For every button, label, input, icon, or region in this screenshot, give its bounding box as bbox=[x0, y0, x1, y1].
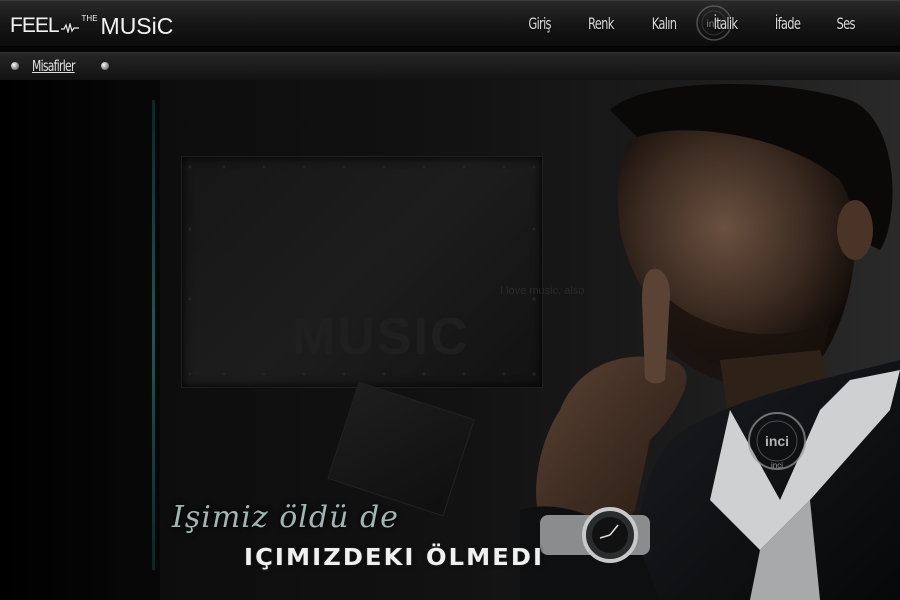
rivet bbox=[222, 372, 226, 376]
rivet bbox=[188, 297, 192, 301]
teal-divider-line bbox=[152, 100, 155, 570]
inci-watermark-badge-icon: inci inci bbox=[748, 412, 806, 470]
logo-feel: FEEL bbox=[10, 14, 60, 37]
rivet bbox=[262, 165, 266, 169]
rivet bbox=[422, 165, 426, 169]
quote-line-2: IÇIMIZDEKI ÖLMEDI bbox=[244, 545, 545, 571]
rivet bbox=[502, 165, 506, 169]
logo-the: THE bbox=[81, 14, 98, 23]
watermark-mid-text: inci bbox=[765, 433, 789, 449]
rivet bbox=[302, 372, 306, 376]
rivet bbox=[462, 165, 466, 169]
top-navigation-bar: FEEL THE MUSiC inci Giriş Renk Kalın İta… bbox=[0, 0, 900, 47]
man-portrait-image bbox=[520, 83, 900, 600]
rivet bbox=[462, 372, 466, 376]
watermark-mid-subtext: inci bbox=[771, 461, 783, 470]
menu-item-kalin[interactable]: Kalın bbox=[651, 14, 676, 33]
bullet-icon bbox=[11, 62, 19, 70]
rivet bbox=[342, 165, 346, 169]
secondary-bar: Misafirler bbox=[0, 52, 900, 81]
rivet bbox=[382, 372, 386, 376]
rivet bbox=[422, 372, 426, 376]
menu-item-italik[interactable]: İtalik bbox=[713, 14, 737, 33]
logo-music: MUSiC bbox=[100, 13, 174, 39]
rivet bbox=[188, 372, 192, 376]
rivet bbox=[302, 165, 306, 169]
logo-wave-icon bbox=[60, 23, 79, 33]
metal-plate-graphic: MUSIC I love music, also bbox=[181, 156, 584, 388]
site-logo[interactable]: FEEL THE MUSiC bbox=[10, 7, 174, 39]
banner-area: MUSIC I love music, also inci inci Işimi… bbox=[0, 80, 900, 600]
menu-item-renk[interactable]: Renk bbox=[588, 14, 614, 33]
bullet-icon bbox=[101, 62, 109, 70]
rivet bbox=[342, 372, 346, 376]
plate-music-text: MUSIC bbox=[292, 308, 470, 366]
rivet bbox=[222, 165, 226, 169]
rivet bbox=[188, 165, 192, 169]
rivet bbox=[262, 372, 266, 376]
rivet bbox=[188, 227, 192, 231]
menu-item-giris[interactable]: Giriş bbox=[528, 14, 551, 33]
left-column bbox=[0, 80, 118, 600]
rivet bbox=[382, 165, 386, 169]
menu-item-ses[interactable]: Ses bbox=[836, 14, 855, 33]
main-menu: Giriş Renk Kalın İtalik İfade Ses bbox=[524, 14, 858, 33]
menu-item-ifade[interactable]: İfade bbox=[774, 14, 800, 33]
quote-line-1: Işimiz öldü de bbox=[172, 500, 399, 535]
guests-link[interactable]: Misafirler bbox=[32, 57, 75, 75]
rivet bbox=[502, 372, 506, 376]
